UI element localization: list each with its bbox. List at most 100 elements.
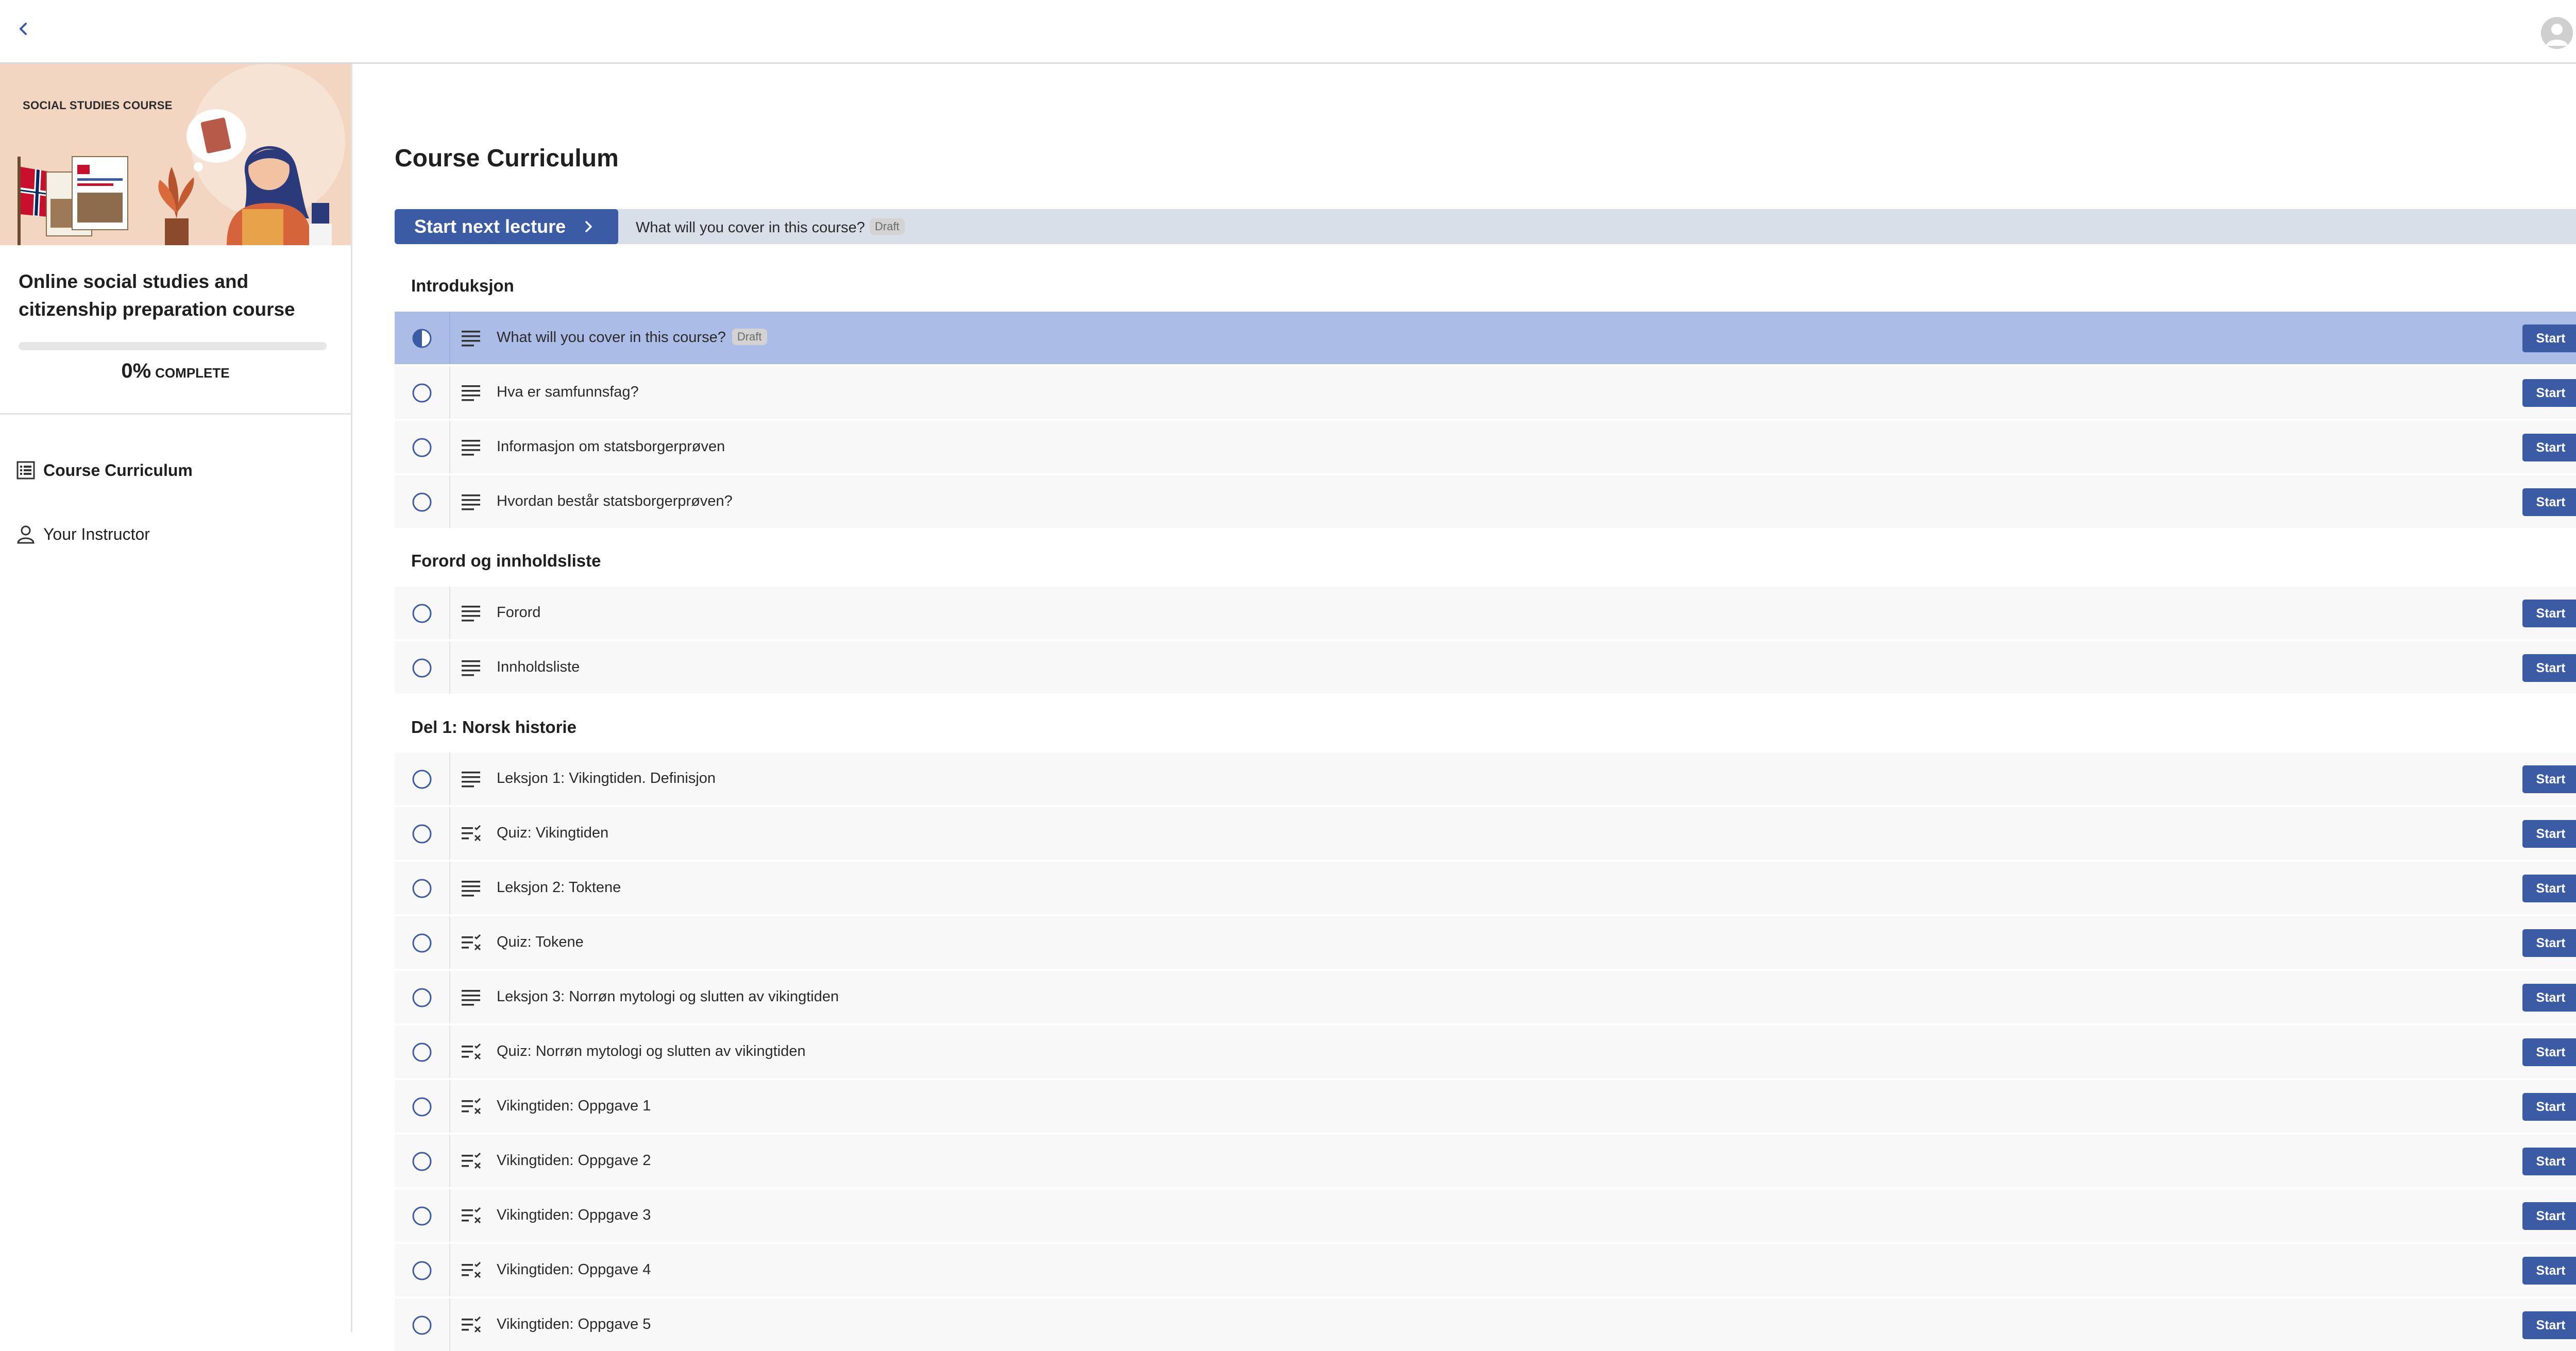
lecture-row[interactable]: Quiz: Norrøn mytologi og slutten av viki… [395, 1025, 2576, 1078]
lecture-title: Quiz: Norrøn mytologi og slutten av viki… [497, 1043, 806, 1059]
start-button[interactable]: Start [2522, 1148, 2576, 1175]
empty-circle-icon [412, 604, 432, 623]
lecture-title: What will you cover in this course? Draft [497, 329, 767, 346]
row-divider [449, 366, 450, 419]
sidebar: SOCIAL STUDIES COURSE Online social stud… [0, 64, 352, 1332]
empty-circle-icon [412, 988, 432, 1007]
start-button[interactable]: Start [2522, 654, 2576, 682]
lecture-row[interactable]: Leksjon 3: Norrøn mytologi og slutten av… [395, 971, 2576, 1023]
lecture-title: Quiz: Tokene [497, 934, 584, 950]
progress-text: 0% COMPLETE [0, 360, 351, 383]
empty-circle-icon [412, 1206, 432, 1226]
sidebar-item-label: Course Curriculum [43, 460, 193, 480]
start-button[interactable]: Start [2522, 1311, 2576, 1339]
quiz-icon [462, 825, 481, 842]
lecture-row[interactable]: Forord Start [395, 587, 2576, 639]
start-button[interactable]: Start [2522, 434, 2576, 461]
row-divider [449, 1135, 450, 1187]
lecture-title: Leksjon 1: Vikingtiden. Definisjon [497, 770, 716, 786]
row-divider [449, 1189, 450, 1242]
empty-circle-icon [412, 824, 432, 844]
lecture-title: Quiz: Vikingtiden [497, 825, 609, 841]
text-lecture-icon [462, 494, 480, 510]
quiz-icon [462, 1098, 481, 1115]
sidebar-item-your-instructor[interactable]: Your Instructor [15, 519, 150, 550]
start-button[interactable]: Start [2522, 875, 2576, 902]
top-bar [0, 0, 2576, 64]
start-button[interactable]: Start [2522, 984, 2576, 1012]
start-button[interactable]: Start [2522, 379, 2576, 407]
course-title: Online social studies and citizenship pr… [19, 271, 295, 320]
start-button[interactable]: Start [2522, 1038, 2576, 1066]
start-next-lecture-button[interactable]: Start next lecture [395, 209, 618, 244]
course-image: SOCIAL STUDIES COURSE [0, 64, 351, 245]
lecture-row[interactable]: Quiz: Tokene Start [395, 916, 2576, 969]
quiz-icon [462, 934, 481, 951]
row-divider [449, 1080, 450, 1133]
user-avatar[interactable] [2541, 17, 2573, 49]
text-lecture-icon [462, 990, 480, 1006]
row-divider [449, 1298, 450, 1351]
lecture-row[interactable]: Vikingtiden: Oppgave 1 Start [395, 1080, 2576, 1133]
empty-circle-icon [412, 879, 432, 898]
lecture-row[interactable]: Vikingtiden: Oppgave 3 Start [395, 1189, 2576, 1242]
start-button[interactable]: Start [2522, 1257, 2576, 1285]
lecture-title-text: What will you cover in this course? [497, 329, 726, 346]
start-button[interactable]: Start [2522, 929, 2576, 957]
lecture-row[interactable]: What will you cover in this course? Draft… [395, 312, 2576, 364]
lecture-row[interactable]: Leksjon 2: Toktene Start [395, 862, 2576, 914]
start-button[interactable]: Start [2522, 324, 2576, 352]
lecture-row[interactable]: Innholdsliste Start [395, 641, 2576, 694]
chevron-right-icon [585, 221, 592, 232]
progress-percent: 0% [121, 360, 151, 382]
start-button[interactable]: Start [2522, 1202, 2576, 1230]
lecture-row[interactable]: Vikingtiden: Oppgave 2 Start [395, 1135, 2576, 1187]
lecture-row[interactable]: Hvordan består statsborgerprøven? Start [395, 475, 2576, 528]
curriculum-list-icon [16, 461, 35, 480]
lecture-row[interactable]: Vikingtiden: Oppgave 4 Start [395, 1244, 2576, 1296]
quiz-icon [462, 1043, 481, 1060]
draft-badge: Draft [870, 218, 905, 235]
text-lecture-icon [462, 440, 480, 456]
back-button[interactable] [13, 19, 34, 39]
empty-circle-icon [412, 933, 432, 953]
lecture-row[interactable]: Quiz: Vikingtiden Start [395, 807, 2576, 860]
start-button[interactable]: Start [2522, 1093, 2576, 1121]
lecture-title: Vikingtiden: Oppgave 5 [497, 1316, 651, 1332]
row-divider [449, 862, 450, 914]
start-button[interactable]: Start [2522, 820, 2576, 848]
start-button[interactable]: Start [2522, 600, 2576, 627]
row-divider [449, 753, 450, 805]
empty-circle-icon [412, 1152, 432, 1171]
quiz-icon [462, 1316, 481, 1333]
lecture-title: Vikingtiden: Oppgave 2 [497, 1152, 651, 1169]
empty-circle-icon [412, 492, 432, 512]
start-button[interactable]: Start [2522, 488, 2576, 516]
lecture-row[interactable]: Informasjon om statsborgerprøven Start [395, 421, 2576, 473]
text-lecture-icon [462, 385, 480, 401]
sidebar-item-course-curriculum[interactable]: Course Curriculum [15, 455, 193, 486]
lecture-row[interactable]: Hva er samfunnsfag? Start [395, 366, 2576, 419]
lecture-row[interactable]: Leksjon 1: Vikingtiden. Definisjon Start [395, 753, 2576, 805]
progress-bar [19, 342, 327, 350]
course-illustration [0, 64, 351, 245]
start-button[interactable]: Start [2522, 765, 2576, 793]
row-divider [449, 807, 450, 860]
lecture-title: Informasjon om statsborgerprøven [497, 438, 725, 455]
empty-circle-icon [412, 1097, 432, 1117]
text-lecture-icon [462, 772, 480, 788]
section-title: Introduksjon [411, 276, 514, 295]
empty-circle-icon [412, 438, 432, 457]
quiz-icon [462, 1261, 481, 1278]
section-title: Forord og innholdsliste [411, 551, 601, 570]
row-divider [449, 916, 450, 969]
empty-circle-icon [412, 1315, 432, 1335]
text-lecture-icon [462, 606, 480, 622]
text-lecture-icon [462, 331, 480, 347]
lecture-row[interactable]: Vikingtiden: Oppgave 5 Start [395, 1298, 2576, 1351]
lecture-title: Forord [497, 604, 541, 621]
next-lecture-bar: Start next lecture What will you cover i… [395, 209, 2576, 244]
lecture-title: Innholdsliste [497, 659, 580, 675]
empty-circle-icon [412, 1042, 432, 1062]
empty-circle-icon [412, 1261, 432, 1280]
